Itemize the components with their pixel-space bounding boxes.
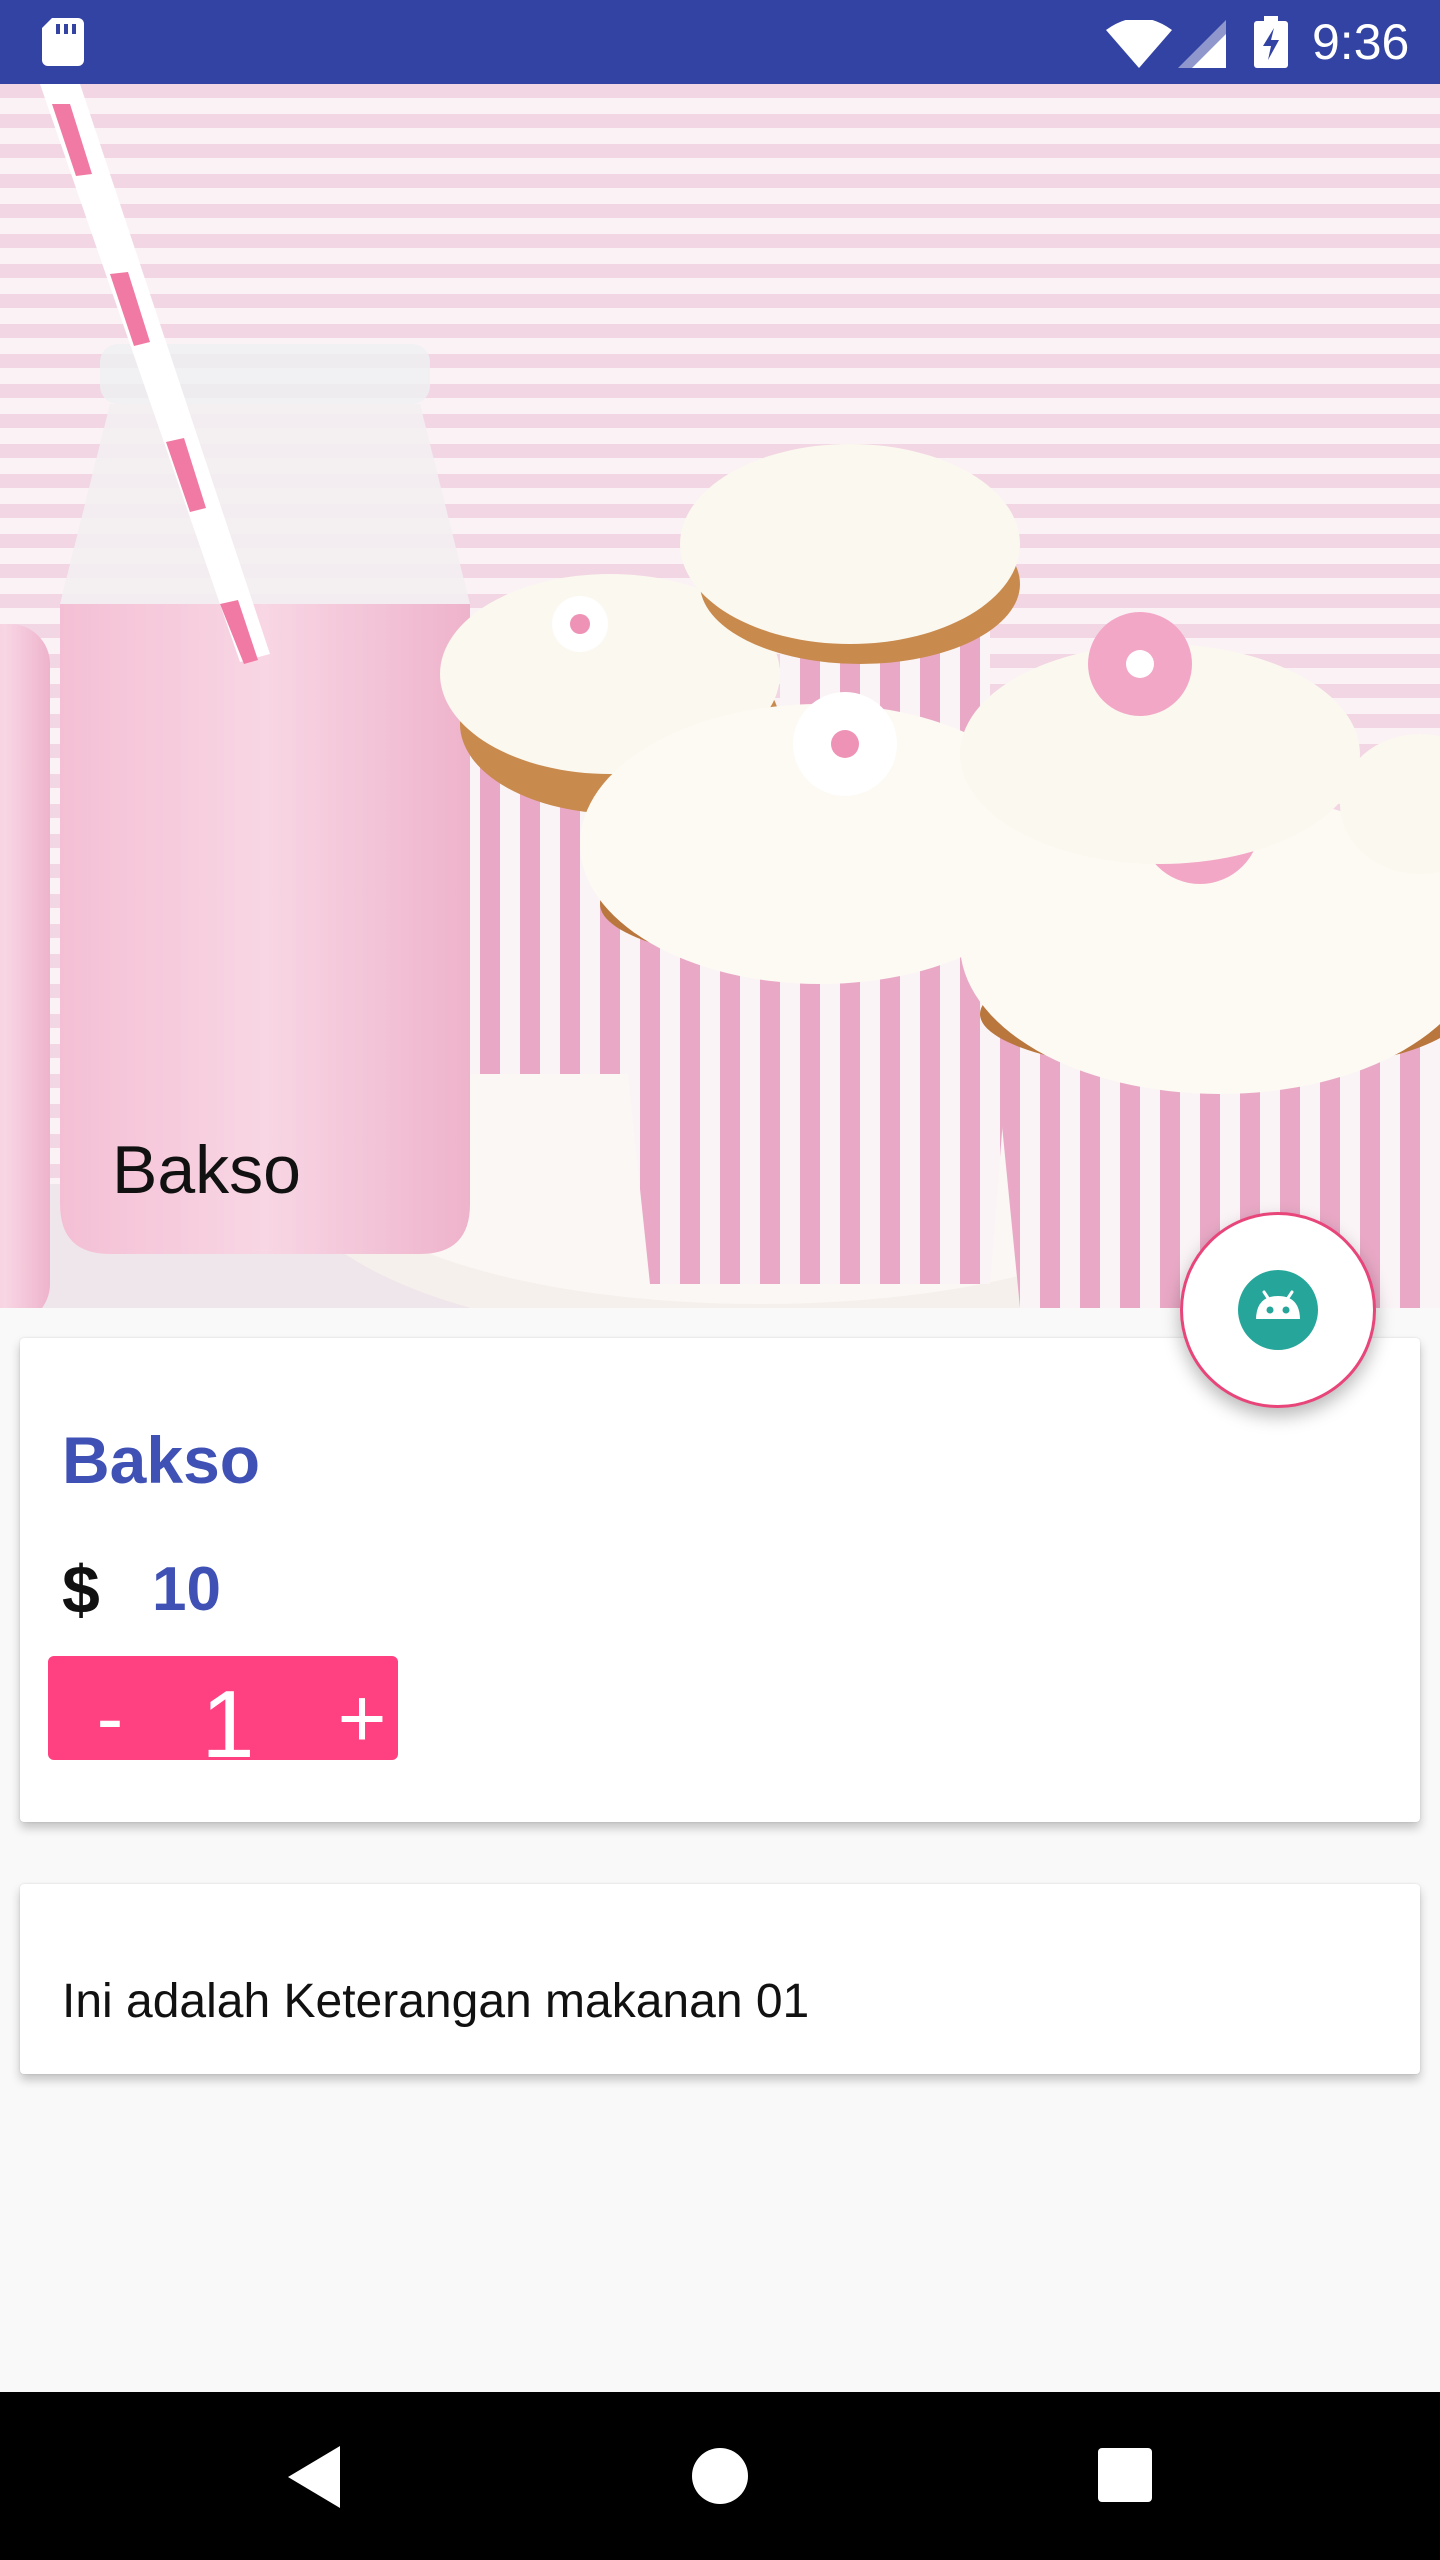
floating-action-button[interactable] [1180,1212,1376,1408]
wifi-icon [1106,20,1172,68]
product-name: Bakso [62,1423,261,1497]
sd-card-icon [42,18,84,66]
home-icon[interactable] [690,2446,750,2506]
recents-icon[interactable] [1098,2448,1152,2502]
android-icon [1238,1270,1318,1350]
description-card: Ini adalah Keterangan makanan 01 [20,1884,1420,2074]
decrease-quantity-button[interactable]: - [88,1668,132,1760]
hero-title: Bakso [112,1132,301,1208]
hero-image: Bakso [0,84,1440,1308]
battery-charging-icon [1254,16,1288,68]
quantity-value: 1 [201,1671,255,1760]
status-time: 9:36 [1312,14,1410,70]
product-card: Bakso $ 10 - 1 + [20,1338,1420,1822]
quantity-stepper: - 1 + [48,1656,398,1760]
cupcakes-illustration [0,84,1440,1308]
status-bar: 9:36 [0,0,1440,84]
increase-quantity-button[interactable]: + [334,1668,390,1760]
currency-symbol: $ [62,1552,100,1628]
description-text: Ini adalah Keterangan makanan 01 [62,1975,810,2028]
back-icon[interactable] [284,2444,344,2510]
product-price: 10 [152,1555,221,1624]
navigation-bar [0,2392,1440,2560]
signal-icon [1178,20,1226,68]
